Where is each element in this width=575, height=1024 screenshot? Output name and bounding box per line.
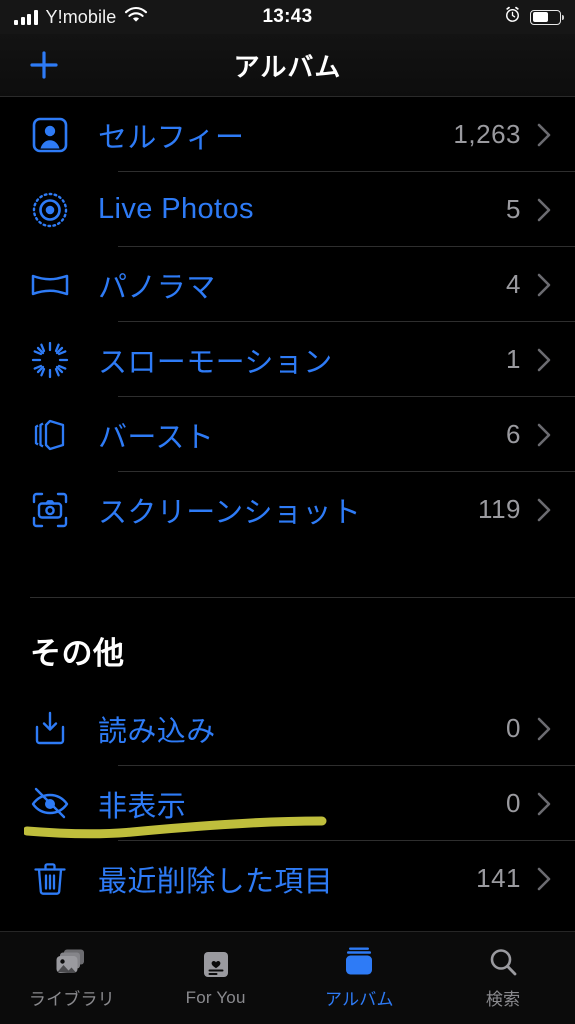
chevron-right-icon: [537, 348, 551, 371]
list-item-recently-deleted[interactable]: 最近削除した項目 141: [0, 841, 575, 916]
list-item-selfies[interactable]: セルフィー 1,263: [0, 97, 575, 172]
list-item-label: Live Photos: [98, 193, 254, 225]
chevron-right-icon: [537, 717, 551, 740]
list-item-label: セルフィー: [98, 121, 245, 154]
list-item-trailing: 141: [476, 863, 551, 894]
tab-bar[interactable]: ライブラリ For You アルバム 検索: [0, 931, 575, 1024]
list-item-label: バースト: [98, 421, 215, 454]
chevron-right-icon: [537, 867, 551, 890]
status-bar: Y!mobile 13:43: [0, 0, 575, 34]
tab-for-you[interactable]: For You: [144, 932, 288, 1024]
list-item-count: 141: [476, 863, 521, 893]
list-item-label: 非表示: [98, 790, 187, 823]
tab-albums[interactable]: アルバム: [288, 932, 432, 1024]
list-item-label: スクリーンショット: [98, 496, 362, 529]
tab-library[interactable]: ライブラリ: [0, 932, 144, 1024]
for-you-card-icon: [198, 949, 234, 981]
list-item-imported[interactable]: 読み込み 0: [0, 691, 575, 766]
list-item-count: 4: [506, 269, 521, 299]
list-item-screenshots[interactable]: スクリーンショット 119: [0, 472, 575, 547]
albums-list[interactable]: セルフィー 1,263 Live Photos 5 パノラマ 4 スローモーショ…: [0, 97, 575, 931]
list-item-trailing: 1: [506, 344, 551, 375]
chevron-right-icon: [537, 792, 551, 815]
list-item-trailing: 5: [506, 194, 551, 225]
photos-albums-screen: Y!mobile 13:43 アルバム セルフィー 1,263 Live Pho…: [0, 0, 575, 1024]
tab-label: For You: [185, 987, 246, 1007]
chevron-right-icon: [537, 273, 551, 296]
section-divider: [30, 597, 575, 598]
list-item-count: 119: [478, 494, 521, 524]
navigation-bar: アルバム: [0, 34, 575, 97]
tab-label: アルバム: [325, 990, 394, 1009]
list-item-slow-motion[interactable]: スローモーション 1: [0, 322, 575, 397]
tab-label: ライブラリ: [28, 990, 115, 1009]
list-item-burst[interactable]: バースト 6: [0, 397, 575, 472]
chevron-right-icon: [537, 123, 551, 146]
list-item-trailing: 4: [506, 269, 551, 300]
chevron-right-icon: [537, 198, 551, 221]
add-album-button[interactable]: [26, 47, 62, 83]
chevron-right-icon: [537, 423, 551, 446]
list-item-count: 0: [506, 788, 521, 818]
list-item-hidden[interactable]: 非表示 0: [0, 766, 575, 841]
media-types-section: セルフィー 1,263 Live Photos 5 パノラマ 4 スローモーショ…: [0, 97, 575, 547]
section-header-other: その他: [30, 636, 125, 671]
list-item-label: スローモーション: [98, 346, 333, 379]
import-tray-icon: [26, 705, 73, 752]
photo-stack-icon: [54, 946, 90, 978]
battery-icon: [530, 9, 565, 25]
list-item-trailing: 6: [506, 419, 551, 450]
chevron-right-icon: [537, 498, 551, 521]
trash-icon: [26, 855, 73, 902]
list-item-trailing: 1,263: [453, 119, 551, 150]
alarm-clock-icon: [504, 6, 521, 28]
burst-icon: [26, 411, 73, 458]
list-item-count: 1: [506, 344, 521, 374]
status-bar-right: [504, 6, 565, 28]
list-item-trailing: 0: [506, 788, 551, 819]
list-item-trailing: 0: [506, 713, 551, 744]
list-item-label: 読み込み: [98, 715, 216, 748]
list-item-count: 0: [506, 713, 521, 743]
slow-motion-icon: [26, 336, 73, 383]
list-item-panorama[interactable]: パノラマ 4: [0, 247, 575, 322]
tab-label: 検索: [485, 990, 521, 1009]
status-bar-clock: 13:43: [262, 6, 313, 27]
other-section: 読み込み 0 非表示 0 最近削除した項目 141: [0, 691, 575, 916]
list-item-label: パノラマ: [98, 271, 216, 304]
panorama-icon: [26, 261, 73, 308]
list-item-label: 最近削除した項目: [98, 865, 334, 898]
list-item-live-photos[interactable]: Live Photos 5: [0, 172, 575, 247]
albums-icon: [341, 946, 377, 978]
person-in-square-icon: [26, 111, 73, 158]
live-photos-icon: [26, 186, 73, 233]
list-item-count: 6: [506, 419, 521, 449]
search-icon: [485, 946, 521, 978]
list-item-count: 1,263: [453, 119, 521, 149]
eye-slash-icon: [26, 780, 73, 827]
screenshot-camera-icon: [26, 486, 73, 533]
list-item-count: 5: [506, 194, 521, 224]
tab-search[interactable]: 検索: [431, 932, 575, 1024]
list-item-trailing: 119: [478, 494, 551, 525]
page-title: アルバム: [233, 51, 342, 82]
